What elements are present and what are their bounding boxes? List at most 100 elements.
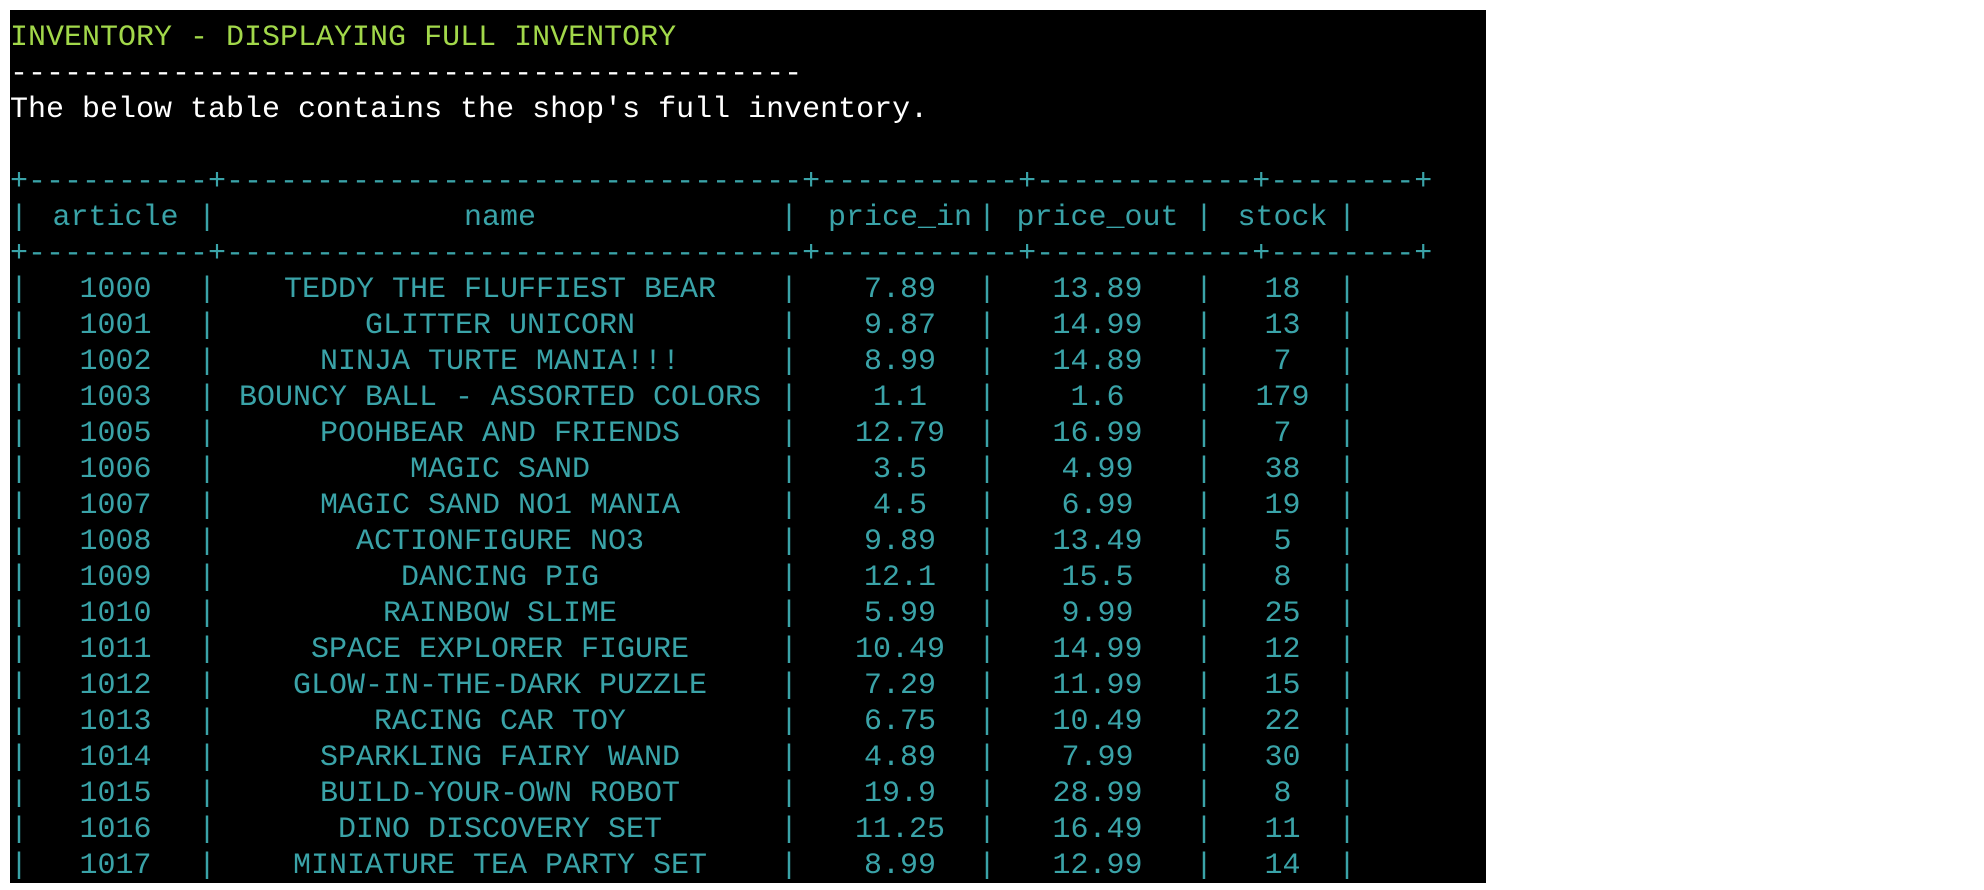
cell-article: 1000: [79, 273, 152, 307]
column-header-price_in: price_in: [827, 201, 973, 235]
cell-name: BUILD-YOUR-OWN ROBOT: [319, 777, 681, 811]
cell-name: TEDDY THE FLUFFIEST BEAR: [283, 273, 717, 307]
cell-price_in: 4.5: [872, 489, 927, 523]
cell-price_out: 13.49: [1052, 525, 1143, 559]
cell-name: ACTIONFIGURE NO3: [355, 525, 645, 559]
cell-price_out: 13.89: [1052, 273, 1143, 307]
table-row-separator: |: [10, 705, 29, 739]
cell-price_in: 10.49: [854, 633, 945, 667]
table-row-separator: |: [10, 561, 29, 595]
cell-price_in: 7.29: [863, 669, 936, 703]
cell-price_in: 3.5: [872, 453, 927, 487]
cell-article: 1001: [79, 309, 152, 343]
cell-stock: 11: [1264, 813, 1301, 847]
cell-name: BOUNCY BALL - ASSORTED COLORS: [238, 381, 762, 415]
cell-stock: 38: [1264, 453, 1301, 487]
cell-price_out: 14.99: [1052, 633, 1143, 667]
table-row-separator: |: [10, 417, 29, 451]
cell-article: 1009: [79, 561, 152, 595]
table-border-header: +----------+----------------------------…: [10, 237, 1433, 271]
table-row-separator: |: [10, 489, 29, 523]
table-row-separator: |: [10, 309, 29, 343]
cell-stock: 7: [1273, 345, 1292, 379]
cell-stock: 179: [1255, 381, 1310, 415]
cell-price_in: 1.1: [872, 381, 927, 415]
cell-price_out: 10.49: [1052, 705, 1143, 739]
cell-name: GLOW-IN-THE-DARK PUZZLE: [292, 669, 708, 703]
cell-article: 1014: [79, 741, 152, 775]
cell-price_in: 6.75: [863, 705, 936, 739]
table-row-separator: |: [10, 345, 29, 379]
table-row-separator: |: [10, 453, 29, 487]
table-row-separator: |: [10, 669, 29, 703]
cell-article: 1008: [79, 525, 152, 559]
cell-price_out: 15.5: [1061, 561, 1134, 595]
cell-price_in: 7.89: [863, 273, 936, 307]
table-row-separator: |: [10, 633, 29, 667]
cell-stock: 25: [1264, 597, 1301, 631]
cell-stock: 5: [1273, 525, 1292, 559]
cell-price_out: 1.6: [1070, 381, 1125, 415]
cell-price_out: 11.99: [1052, 669, 1143, 703]
cell-price_out: 16.49: [1052, 813, 1143, 847]
cell-stock: 30: [1264, 741, 1301, 775]
cell-article: 1006: [79, 453, 152, 487]
table-row-separator: |: [10, 777, 29, 811]
cell-price_in: 5.99: [863, 597, 936, 631]
cell-price_in: 8.99: [863, 849, 936, 883]
cell-name: MINIATURE TEA PARTY SET: [292, 849, 708, 883]
cell-name: DINO DISCOVERY SET: [337, 813, 663, 847]
cell-price_out: 9.99: [1061, 597, 1134, 631]
cell-article: 1016: [79, 813, 152, 847]
cell-stock: 15: [1264, 669, 1301, 703]
cell-article: 1002: [79, 345, 152, 379]
table-row-separator: |: [10, 597, 29, 631]
column-header-stock: stock: [1237, 201, 1328, 235]
table-row-separator: |: [10, 741, 29, 775]
cell-article: 1007: [79, 489, 152, 523]
cell-article: 1017: [79, 849, 152, 883]
cell-stock: 13: [1264, 309, 1301, 343]
table-row-separator: |: [10, 525, 29, 559]
inventory-table: +----------+----------------------------…: [10, 10, 1486, 883]
cell-article: 1013: [79, 705, 152, 739]
cell-article: 1003: [79, 381, 152, 415]
cell-stock: 7: [1273, 417, 1292, 451]
table-row-separator: |: [10, 381, 29, 415]
cell-stock: 22: [1264, 705, 1301, 739]
cell-stock: 12: [1264, 633, 1301, 667]
cell-article: 1015: [79, 777, 152, 811]
table-row-separator: |: [10, 273, 29, 307]
cell-price_out: 16.99: [1052, 417, 1143, 451]
cell-article: 1010: [79, 597, 152, 631]
table-row-separator: |: [10, 813, 29, 847]
cell-stock: 18: [1264, 273, 1301, 307]
column-header-price_out: price_out: [1016, 201, 1179, 235]
cell-price_out: 12.99: [1052, 849, 1143, 883]
header-row-separator: |: [10, 201, 29, 235]
cell-stock: 8: [1273, 777, 1292, 811]
cell-name: MAGIC SAND: [409, 453, 591, 487]
cell-name: POOHBEAR AND FRIENDS: [319, 417, 681, 451]
cell-price_out: 28.99: [1052, 777, 1143, 811]
cell-name: SPARKLING FAIRY WAND: [319, 741, 681, 775]
cell-stock: 14: [1264, 849, 1301, 883]
cell-name: NINJA TURTE MANIA!!!: [319, 345, 681, 379]
cell-stock: 19: [1264, 489, 1301, 523]
table-border-top: +----------+----------------------------…: [10, 165, 1433, 199]
cell-article: 1011: [79, 633, 152, 667]
cell-name: RAINBOW SLIME: [382, 597, 618, 631]
cell-price_in: 9.87: [863, 309, 936, 343]
cell-name: MAGIC SAND NO1 MANIA: [319, 489, 681, 523]
terminal-window[interactable]: INVENTORY - DISPLAYING FULL INVENTORY --…: [10, 10, 1486, 883]
cell-price_in: 12.79: [854, 417, 945, 451]
cell-price_out: 7.99: [1061, 741, 1134, 775]
column-header-article: article: [52, 201, 179, 235]
cell-name: GLITTER UNICORN: [364, 309, 636, 343]
cell-price_out: 4.99: [1061, 453, 1134, 487]
cell-price_out: 14.89: [1052, 345, 1143, 379]
cell-stock: 8: [1273, 561, 1292, 595]
cell-price_in: 9.89: [863, 525, 936, 559]
cell-name: SPACE EXPLORER FIGURE: [310, 633, 690, 667]
cell-article: 1005: [79, 417, 152, 451]
